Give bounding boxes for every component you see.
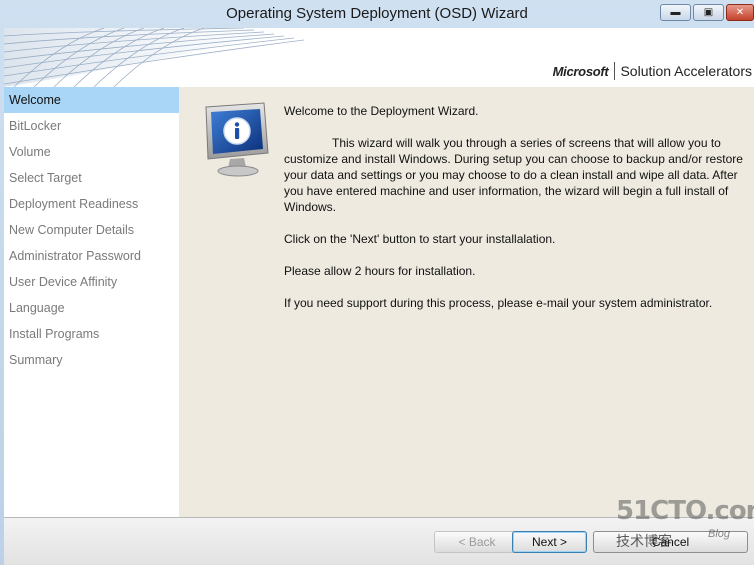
close-button[interactable]: ✕	[726, 4, 754, 21]
wizard-sidebar: Welcome BitLocker Volume Select Target D…	[4, 87, 179, 517]
welcome-heading: Welcome to the Deployment Wizard.	[284, 104, 479, 118]
content-pane: Welcome to the Deployment Wizard. This w…	[179, 87, 754, 517]
sidebar-item-welcome[interactable]: Welcome	[4, 87, 179, 113]
brand-product: Solution Accelerators	[620, 63, 752, 79]
sidebar-item-select-target[interactable]: Select Target	[4, 165, 179, 191]
window-title: Operating System Deployment (OSD) Wizard	[226, 5, 528, 22]
sidebar-item-volume[interactable]: Volume	[4, 139, 179, 165]
banner: Microsoft Solution Accelerators	[4, 28, 754, 87]
wizard-footer: < Back Next > Cancel	[4, 517, 754, 565]
info-monitor-icon	[205, 102, 269, 177]
wizard-window: Operating System Deployment (OSD) Wizard…	[0, 0, 754, 565]
welcome-paragraph-duration: Please allow 2 hours for installation.	[284, 264, 476, 278]
maximize-button[interactable]: ▣	[693, 4, 724, 21]
sidebar-item-install-programs[interactable]: Install Programs	[4, 321, 179, 347]
minimize-icon: ▬	[670, 7, 681, 18]
brand-company: Microsoft	[552, 63, 609, 79]
sidebar-item-bitlocker[interactable]: BitLocker	[4, 113, 179, 139]
sidebar-item-user-device-affinity[interactable]: User Device Affinity	[4, 269, 179, 295]
welcome-paragraph-intro: This wizard will walk you through a seri…	[284, 136, 743, 214]
banner-wave-graphic	[4, 28, 304, 87]
maximize-icon: ▣	[703, 7, 714, 18]
close-icon: ✕	[735, 7, 745, 18]
minimize-button[interactable]: ▬	[660, 4, 691, 21]
welcome-paragraph-next: Click on the 'Next' button to start your…	[284, 232, 556, 246]
brand-separator	[614, 62, 616, 80]
sidebar-item-deployment-readiness[interactable]: Deployment Readiness	[4, 191, 179, 217]
sidebar-item-new-computer-details[interactable]: New Computer Details	[4, 217, 179, 243]
welcome-text: Welcome to the Deployment Wizard. This w…	[284, 103, 746, 311]
sidebar-item-summary[interactable]: Summary	[4, 347, 179, 373]
sidebar-item-administrator-password[interactable]: Administrator Password	[4, 243, 179, 269]
sidebar-item-language[interactable]: Language	[4, 295, 179, 321]
wizard-client: Microsoft Solution Accelerators Welcome …	[4, 28, 754, 565]
next-button[interactable]: Next >	[512, 531, 587, 553]
cancel-button[interactable]: Cancel	[593, 531, 748, 553]
title-bar[interactable]: Operating System Deployment (OSD) Wizard…	[0, 0, 754, 28]
welcome-paragraph-support: If you need support during this process,…	[284, 296, 713, 310]
back-button[interactable]: < Back	[434, 531, 520, 553]
brand-logo: Microsoft Solution Accelerators	[553, 62, 752, 80]
